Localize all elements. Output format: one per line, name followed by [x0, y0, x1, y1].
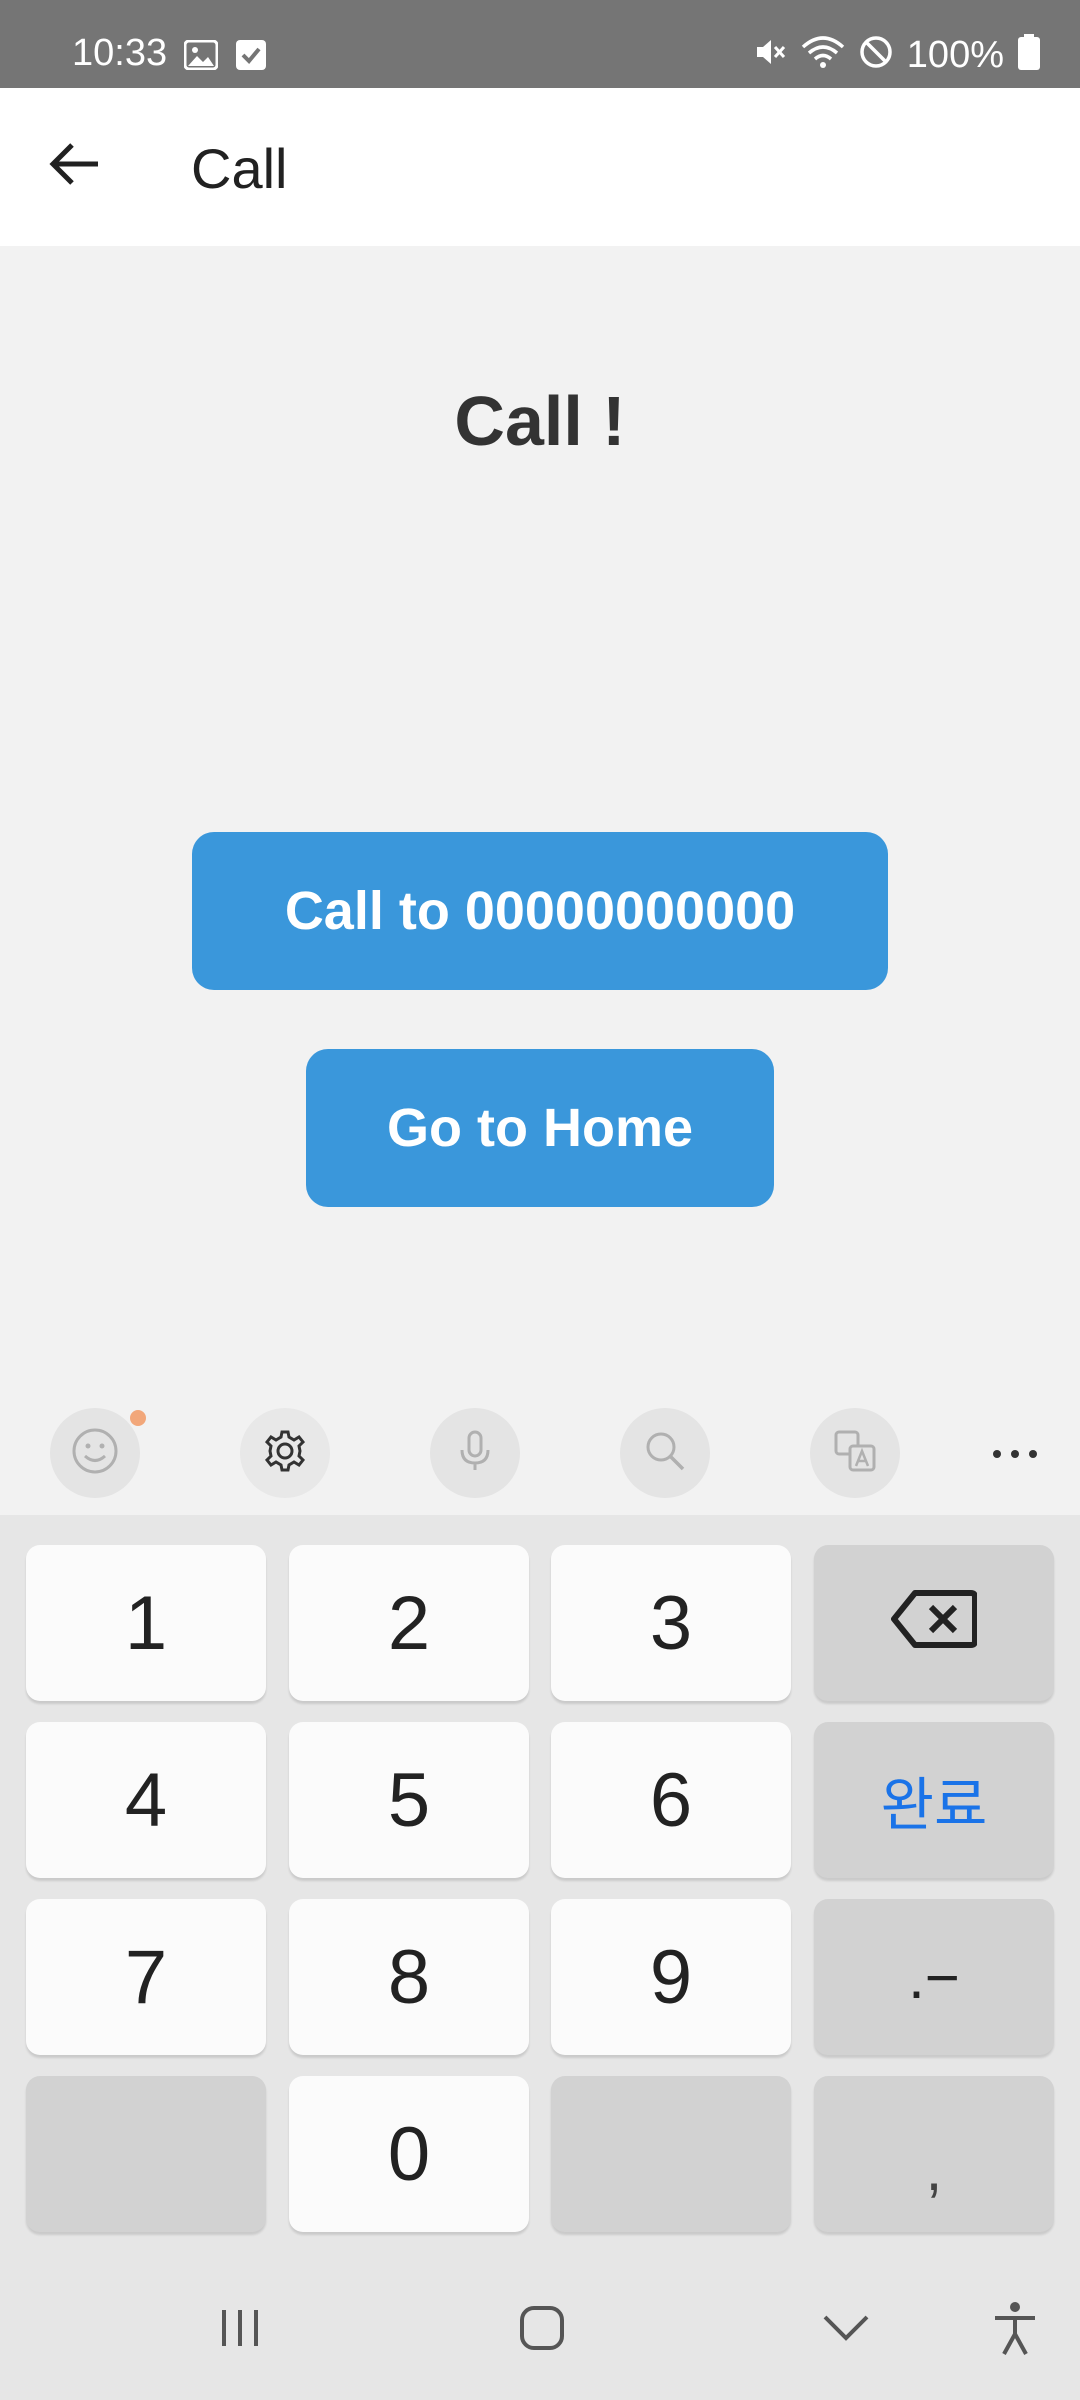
key-0[interactable]: 0 [289, 2076, 529, 2232]
key-2[interactable]: 2 [289, 1545, 529, 1701]
keyboard-settings-button[interactable] [240, 1408, 330, 1498]
notification-dot [130, 1410, 146, 1426]
microphone-icon [450, 1426, 500, 1481]
wifi-icon [801, 35, 845, 74]
status-time: 10:33 [72, 32, 168, 74]
comma-key[interactable]: , [814, 2076, 1054, 2232]
blank-key-right [551, 2076, 791, 2232]
done-key[interactable]: 완료 [814, 1722, 1054, 1878]
key-9[interactable]: 9 [551, 1899, 791, 2055]
home-nav-button[interactable] [497, 2285, 587, 2375]
recent-apps-button[interactable] [195, 2285, 285, 2375]
system-nav-bar [0, 2255, 1080, 2400]
dot-dash-key[interactable]: .− [814, 1899, 1054, 2055]
call-button[interactable]: Call to 00000000000 [192, 832, 888, 990]
translate-button[interactable] [810, 1408, 900, 1498]
settings-icon [260, 1426, 310, 1481]
battery-icon [1018, 34, 1040, 75]
voice-input-button[interactable] [430, 1408, 520, 1498]
keyboard-toolbar [0, 1385, 1080, 1515]
key-4[interactable]: 4 [26, 1722, 266, 1878]
chevron-down-icon [821, 2313, 871, 2348]
search-icon [640, 1426, 690, 1481]
do-not-disturb-icon [859, 35, 893, 74]
page-title: Call [191, 137, 288, 200]
recent-apps-icon [218, 2306, 262, 2355]
backspace-icon [891, 1580, 978, 1667]
key-1[interactable]: 1 [26, 1545, 266, 1701]
arrow-left-icon [48, 141, 100, 192]
key-6[interactable]: 6 [551, 1722, 791, 1878]
mute-icon [753, 35, 787, 74]
home-square-icon [518, 2304, 566, 2357]
status-bar: 10:33 100% [0, 0, 1080, 88]
emoji-icon [70, 1426, 120, 1481]
key-7[interactable]: 7 [26, 1899, 266, 2055]
back-button[interactable] [36, 128, 112, 204]
key-5[interactable]: 5 [289, 1722, 529, 1878]
backspace-key[interactable] [814, 1545, 1054, 1701]
app-bar: Call [0, 88, 1080, 246]
keyboard-search-button[interactable] [620, 1408, 710, 1498]
more-icon [992, 1446, 1038, 1464]
gallery-icon [183, 39, 219, 75]
go-home-button[interactable]: Go to Home [306, 1049, 774, 1207]
key-8[interactable]: 8 [289, 1899, 529, 2055]
accessibility-icon [991, 2300, 1039, 2361]
checkbox-icon [236, 40, 266, 75]
numeric-keyboard: 1 2 3 4 5 6 완료 7 8 9 .− 0 , [0, 1515, 1080, 2255]
call-heading: Call ! [454, 382, 626, 460]
hide-keyboard-button[interactable] [801, 2285, 891, 2375]
battery-percent: 100% [906, 33, 1004, 76]
blank-key-left [26, 2076, 266, 2232]
emoji-button[interactable] [50, 1408, 146, 1498]
key-3[interactable]: 3 [551, 1545, 791, 1701]
translate-icon [830, 1426, 880, 1481]
more-options-button[interactable] [990, 1440, 1040, 1470]
accessibility-button[interactable] [970, 2285, 1060, 2375]
